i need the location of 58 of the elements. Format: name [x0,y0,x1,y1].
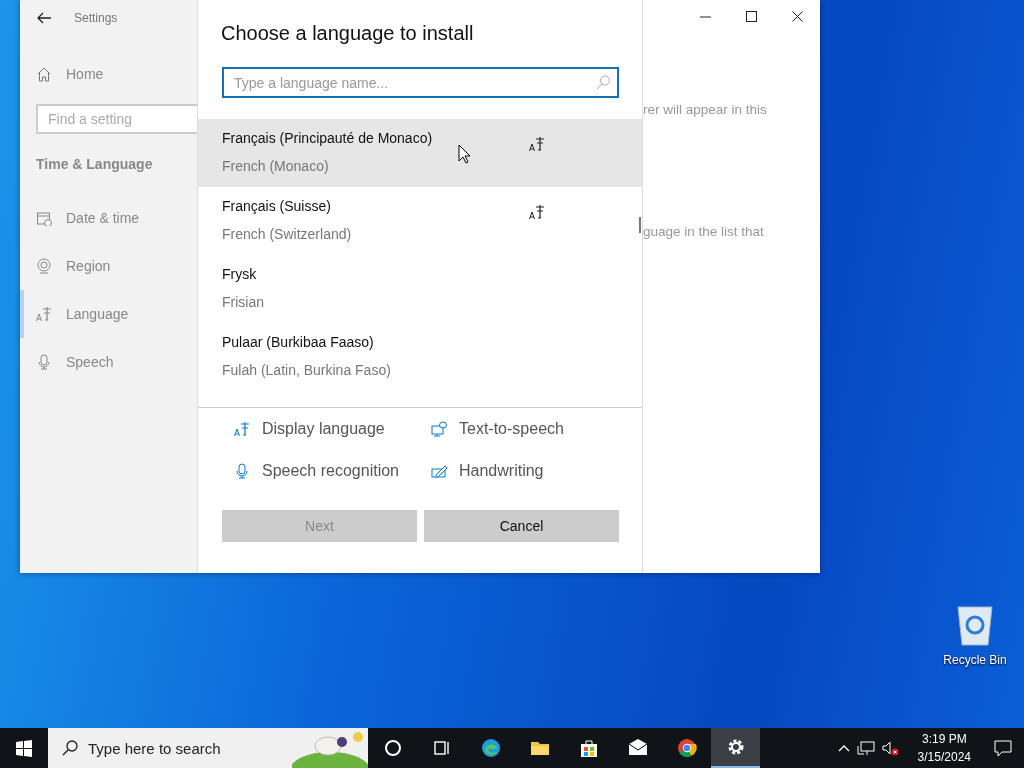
taskbar-button[interactable] [711,728,760,768]
description-text: guage in the list that [643,224,765,239]
dialog-title: Choose a language to install [220,21,475,46]
monitor-speech-icon [431,421,447,437]
globe-icon [36,258,52,274]
clock[interactable]: 3:19 PM 3/15/2024 [917,730,971,766]
language-name: Français (Principauté de Monaco) [222,130,434,146]
language-name: Frysk [222,266,258,282]
search-field[interactable]: Type a language name... [222,67,619,98]
language-name: Français (Suisse) [222,198,332,214]
language-icon [529,136,545,152]
language-english-name: French (Monaco) [222,158,330,174]
store-icon [578,738,599,758]
window-title: Settings [74,11,118,25]
windows-logo-icon [16,739,32,757]
notification-icon[interactable] [994,739,1012,757]
language-english-name: Frisian [222,294,265,310]
edge-icon [480,738,501,758]
section-heading: Time & Language [36,156,154,172]
back-arrow-icon[interactable] [36,11,52,25]
search-icon [596,75,611,90]
close-icon[interactable] [792,11,803,22]
language-option[interactable]: Français (Principauté de Monaco) French (Monaco) [198,119,642,187]
clock-time: 3:19 PM [920,731,968,748]
muted-speaker-icon[interactable] [881,740,899,756]
language-option[interactable]: Français (Suisse) French (Switzerland) [198,187,642,255]
network-icon[interactable] [856,740,875,756]
pen-icon [431,463,447,479]
language-icon [529,204,545,220]
task-view-icon [431,738,452,758]
microphone-icon [36,354,52,370]
microphone-icon [234,463,250,479]
clock-date: 3/15/2024 [917,749,971,766]
feature-label: Speech recognition [262,462,399,480]
language-icon [234,421,250,437]
cancel-button[interactable]: Cancel [424,510,619,542]
feature-label: Text-to-speech [459,420,564,438]
language-option[interactable]: Frysk Frisian [198,255,642,323]
mouse-cursor-icon [458,144,471,164]
language-name: Pulaar (Burkibaa Faaso) [222,334,375,350]
recycle-bin-icon[interactable] [955,603,995,647]
chrome-icon [676,738,697,758]
language-english-name: French (Switzerland) [222,226,353,242]
language-option[interactable]: Pulaar (Burkibaa Faaso) Fulah (Latin, Burkina Faso) [198,323,642,391]
feature-label: Handwriting [459,462,544,480]
language-icon [36,306,52,322]
language-english-name: Fulah (Latin, Burkina Faso) [222,362,392,378]
chevron-up-icon[interactable] [837,743,850,753]
desktop-icon-label: Recycle Bin [943,653,1007,667]
search-icon [62,740,78,756]
cortana-icon [382,738,403,758]
feature-label: Display language [262,420,385,438]
scrollbar-thumb[interactable] [639,217,641,233]
home-icon [36,66,52,82]
envelope-icon [627,738,648,758]
calendar-icon [36,210,52,226]
maximize-icon[interactable] [746,11,757,22]
description-text: rer will appear in this [643,102,768,117]
